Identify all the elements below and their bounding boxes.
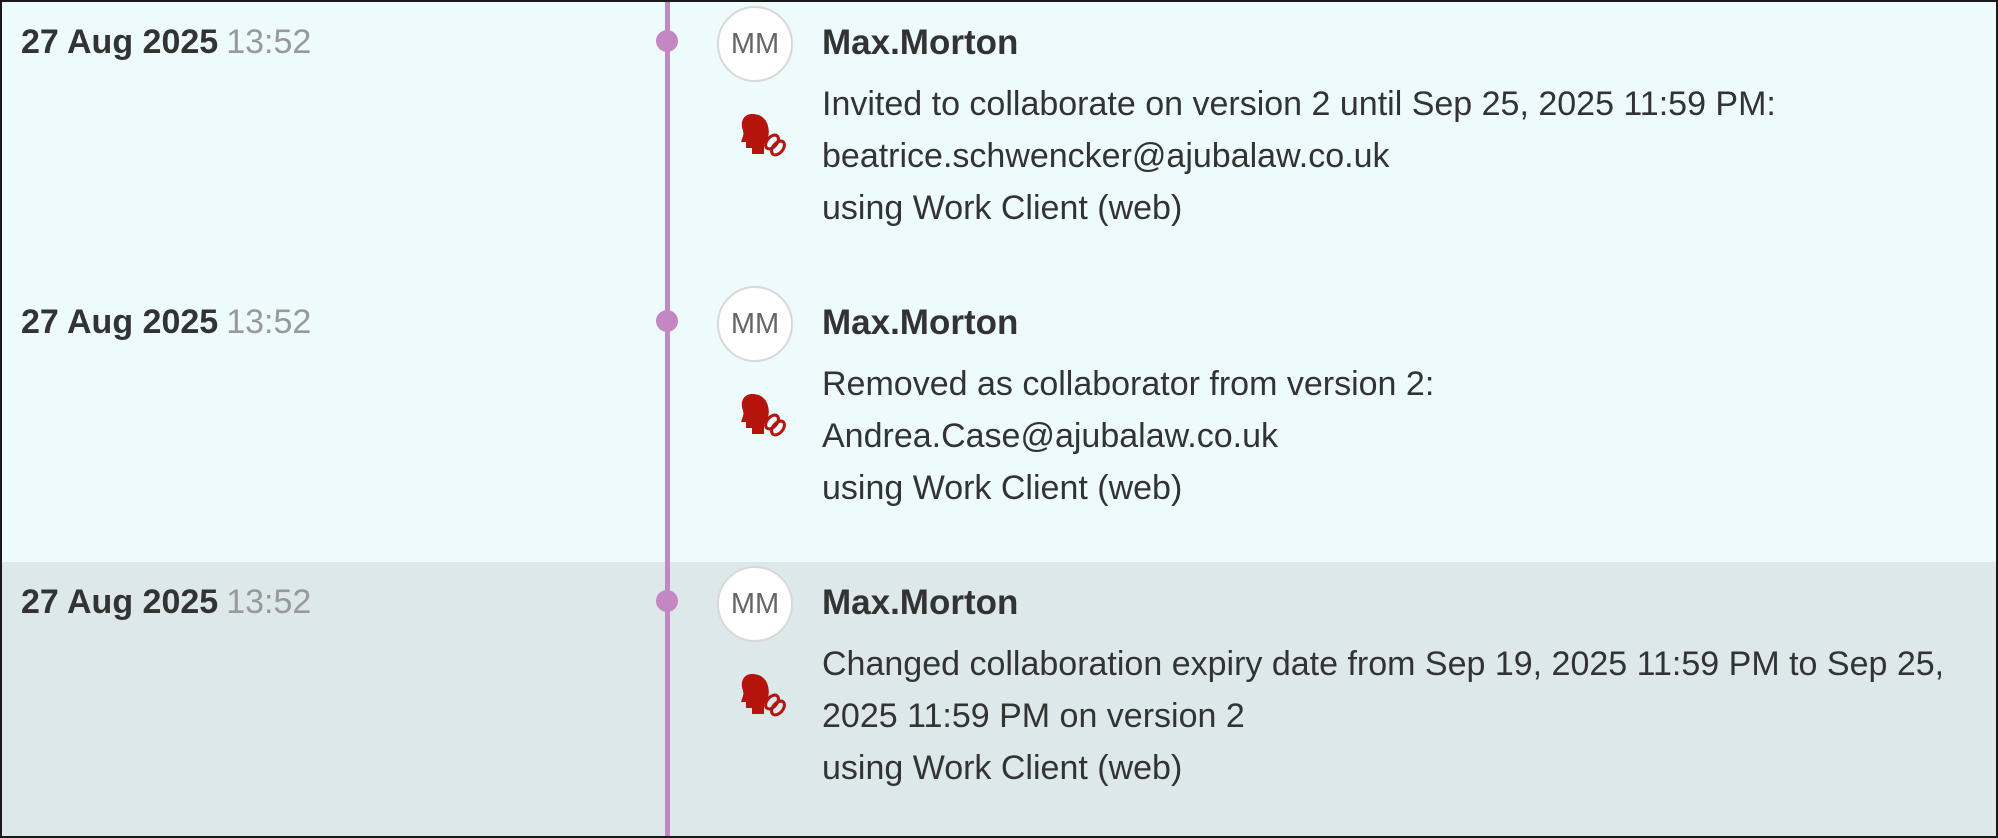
entry-description-line: Invited to collaborate on version 2 unti… [822, 85, 1776, 123]
entry-description: Removed as collaborator from version 2: … [822, 358, 1972, 514]
timeline-dot [656, 590, 678, 612]
entry-description-line: using Work Client (web) [822, 189, 1183, 227]
entry-time: 13:52 [226, 583, 312, 621]
timeline-entry[interactable]: 27 Aug 2025 13:52 MM Max.Morton Removed a… [2, 282, 1996, 562]
entry-description-line: using Work Client (web) [822, 469, 1183, 507]
entry-description-line: Removed as collaborator from version 2: [822, 365, 1435, 403]
entry-time: 13:52 [226, 303, 312, 341]
timeline-entry-selected[interactable]: 27 Aug 2025 13:52 MM Max.Morton Changed c… [2, 562, 1996, 836]
entry-user[interactable]: Max.Morton [822, 300, 1018, 346]
entry-date: 27 Aug 2025 [21, 303, 219, 341]
avatar: MM [717, 286, 793, 362]
entry-description-line: using Work Client (web) [822, 749, 1183, 787]
avatar: MM [717, 566, 793, 642]
entry-description-line: Changed collaboration expiry date from S… [822, 645, 1945, 735]
collaborator-link-icon [741, 394, 786, 437]
entry-user[interactable]: Max.Morton [822, 580, 1018, 626]
entry-datetime: 27 Aug 2025 13:52 [21, 580, 311, 624]
timeline-dot [656, 30, 678, 52]
entry-description-line: Andrea.Case@ajubalaw.co.uk [822, 417, 1279, 455]
timeline-line [665, 2, 670, 836]
entry-description-line: beatrice.schwencker@ajubalaw.co.uk [822, 137, 1390, 175]
entry-datetime: 27 Aug 2025 13:52 [21, 300, 311, 344]
entry-user[interactable]: Max.Morton [822, 20, 1018, 66]
avatar: MM [717, 6, 793, 82]
timeline-entry[interactable]: 27 Aug 2025 13:52 MM Max.Morton Invited t… [2, 2, 1996, 282]
entry-description: Invited to collaborate on version 2 unti… [822, 78, 1972, 234]
collaborator-link-icon [741, 114, 786, 157]
activity-history-timeline: 27 Aug 2025 13:52 MM Max.Morton Invited t… [0, 0, 1998, 838]
entry-datetime: 27 Aug 2025 13:52 [21, 20, 311, 64]
entry-time: 13:52 [226, 23, 312, 61]
entry-date: 27 Aug 2025 [21, 583, 219, 621]
timeline-dot [656, 310, 678, 332]
entry-date: 27 Aug 2025 [21, 23, 219, 61]
collaborator-link-icon [741, 674, 786, 717]
entry-description: Changed collaboration expiry date from S… [822, 638, 1972, 794]
